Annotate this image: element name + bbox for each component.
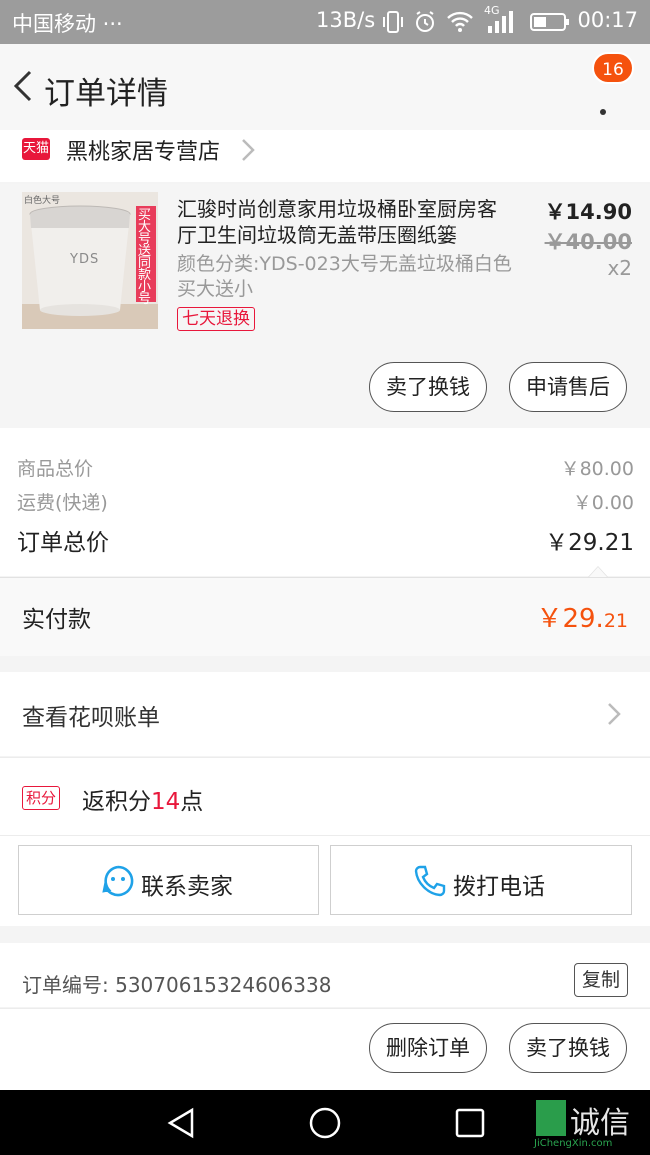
- watermark-url: JiChengXin.com: [534, 1138, 613, 1149]
- product-name[interactable]: 汇骏时尚创意家用垃圾桶卧室厨房客厅卫生间垃圾筒无盖带压圈纸篓: [177, 196, 507, 248]
- paid-cents: 21: [603, 610, 628, 632]
- contact-seller-button[interactable]: 联系卖家: [18, 845, 319, 915]
- carrier-text: 中国移动 ···: [12, 12, 123, 36]
- points-row: 积分 返积分14点: [0, 757, 650, 836]
- wifi-icon: [447, 11, 473, 32]
- phone-icon: [414, 865, 446, 897]
- goods-total-label: 商品总价: [17, 458, 94, 480]
- sell-for-cash-button[interactable]: 卖了换钱: [369, 362, 487, 412]
- watermark-text: 诚信: [570, 1106, 630, 1141]
- bottom-action-bar: 删除订单 卖了换钱: [0, 1008, 650, 1091]
- app-header: 订单详情 16: [0, 44, 650, 130]
- chat-face-icon: [102, 865, 134, 897]
- after-sales-button[interactable]: 申请售后: [509, 362, 627, 412]
- contact-seller-label: 联系卖家: [141, 874, 233, 900]
- signal-icon: 4G: [484, 4, 514, 34]
- order-item[interactable]: 白色大号 YDS 买大号送同款小号 汇骏时尚创意家用垃圾桶卧室厨房客厅卫生间垃圾…: [0, 184, 650, 428]
- watermark-logo-icon: [536, 1100, 566, 1136]
- goods-total-value: ￥80.00: [560, 458, 634, 480]
- huabei-bill-row[interactable]: 查看花呗账单: [0, 672, 650, 756]
- order-number-row: 订单编号: 53070615324606338 复制: [0, 943, 650, 1007]
- points-number: 14: [151, 789, 181, 815]
- watermark: 诚信 JiChengXin.com: [532, 1094, 650, 1152]
- caret-fill: [589, 567, 607, 577]
- status-icons: 4G: [382, 4, 572, 34]
- page-title: 订单详情: [44, 76, 168, 112]
- product-spec: 颜色分类:YDS-023大号无盖垃圾桶白色 买大送小: [177, 253, 512, 300]
- tmall-tag: 天猫: [22, 138, 50, 160]
- order-total-label: 订单总价: [17, 530, 109, 556]
- paid-label: 实付款: [22, 607, 91, 633]
- call-button[interactable]: 拨打电话: [330, 845, 632, 915]
- battery-icon: [530, 13, 569, 31]
- alarm-icon: [416, 11, 434, 32]
- paid-value: ￥29.21: [536, 598, 628, 635]
- clock: 00:17: [577, 8, 638, 32]
- unit-price: ￥14.90: [544, 200, 632, 224]
- seven-day-return-tag: 七天退换: [177, 307, 255, 331]
- paid-main: ￥29.: [536, 604, 604, 634]
- points-badge: 积分: [22, 786, 61, 810]
- order-number: 订单编号: 53070615324606338: [22, 973, 332, 997]
- call-label: 拨打电话: [453, 874, 545, 900]
- network-speed: 13B/s: [316, 8, 376, 32]
- copy-button[interactable]: 复制: [574, 963, 628, 997]
- thumb-promo: 买大号送同款小号: [138, 208, 152, 307]
- points-suffix: 点: [180, 789, 204, 815]
- chevron-right-icon: [242, 139, 255, 161]
- thumb-brand: YDS: [70, 252, 100, 267]
- back-arrow-icon[interactable]: [6, 66, 42, 106]
- original-price: ￥40.00: [544, 230, 632, 254]
- status-bar: 中国移动 ··· 13B/s 4G 00:17: [0, 0, 650, 44]
- system-nav-bar: 诚信 JiChengXin.com: [0, 1090, 650, 1155]
- chevron-right-icon: [608, 703, 621, 725]
- nav-back-icon[interactable]: [166, 1107, 196, 1139]
- paid-amount-row: 实付款 ￥29.21: [0, 577, 650, 656]
- shipping-label: 运费(快递): [17, 492, 108, 514]
- delete-order-button[interactable]: 删除订单: [369, 1023, 487, 1073]
- thumb-label: 白色大号: [24, 196, 61, 206]
- price-summary: 商品总价 ￥80.00 运费(快递) ￥0.00 订单总价 ￥29.21: [0, 428, 650, 576]
- contact-row: 联系卖家 拨打电话: [0, 835, 650, 926]
- sell-for-cash-button-bottom[interactable]: 卖了换钱: [509, 1023, 627, 1073]
- quantity: x2: [607, 256, 632, 280]
- order-total-value: ￥29.21: [545, 530, 634, 556]
- points-prefix: 返积分: [82, 789, 151, 815]
- nav-home-icon[interactable]: [308, 1106, 342, 1140]
- huabei-label: 查看花呗账单: [22, 705, 160, 731]
- message-count-badge[interactable]: 16: [592, 52, 634, 84]
- product-thumbnail[interactable]: 白色大号 YDS 买大号送同款小号: [22, 192, 158, 329]
- nav-recents-icon[interactable]: [454, 1107, 486, 1139]
- shipping-value: ￥0.00: [572, 492, 634, 514]
- vibrate-icon: [383, 11, 403, 33]
- points-text: 返积分14点: [82, 782, 203, 816]
- shop-name[interactable]: 黑桃家居专营店: [66, 134, 220, 166]
- shop-row[interactable]: 天猫 黑桃家居专营店: [0, 130, 650, 182]
